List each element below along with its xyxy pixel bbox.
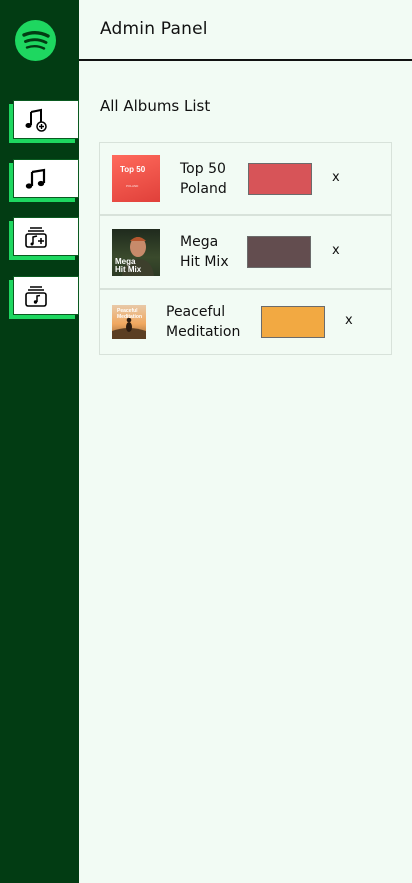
sidebar-item-songs[interactable] bbox=[13, 159, 79, 198]
sidebar-item-add-song[interactable] bbox=[13, 100, 79, 139]
section-title: All Albums List bbox=[100, 97, 211, 115]
album-row: Peaceful Meditation Peaceful Meditation … bbox=[99, 289, 392, 355]
album-row: Top 50 POLAND Top 50 Poland x bbox=[99, 142, 392, 215]
album-cover: Peaceful Meditation bbox=[112, 305, 146, 339]
sidebar-item-add-album[interactable] bbox=[13, 217, 79, 256]
remove-album-button[interactable]: x bbox=[332, 170, 340, 185]
cover-title: Top 50 bbox=[120, 165, 146, 174]
album-list-icon bbox=[24, 284, 48, 308]
album-add-icon bbox=[24, 225, 48, 249]
cover-title: Peaceful Meditation bbox=[117, 308, 142, 320]
album-name: Mega Hit Mix bbox=[180, 234, 229, 270]
album-name: Top 50 Poland bbox=[180, 161, 227, 197]
album-cover: Top 50 POLAND bbox=[112, 155, 160, 202]
album-color-swatch bbox=[247, 236, 311, 268]
cover-title: Mega Hit Mix bbox=[115, 257, 142, 274]
album-cover: Mega Hit Mix bbox=[112, 229, 160, 276]
music-note-icon bbox=[24, 167, 48, 191]
album-color-swatch bbox=[261, 306, 325, 338]
spotify-logo[interactable] bbox=[15, 20, 56, 61]
album-color-swatch bbox=[248, 163, 312, 195]
sidebar-item-albums[interactable] bbox=[13, 276, 79, 315]
remove-album-button[interactable]: x bbox=[332, 243, 340, 258]
album-name: Peaceful Meditation bbox=[166, 304, 241, 340]
sidebar bbox=[0, 0, 79, 883]
music-note-add-icon bbox=[24, 108, 48, 132]
header: Admin Panel bbox=[79, 0, 412, 61]
page-title: Admin Panel bbox=[100, 19, 208, 39]
album-row: Mega Hit Mix Mega Hit Mix x bbox=[99, 215, 392, 289]
cover-subtitle: POLAND bbox=[126, 184, 139, 188]
remove-album-button[interactable]: x bbox=[345, 313, 353, 328]
